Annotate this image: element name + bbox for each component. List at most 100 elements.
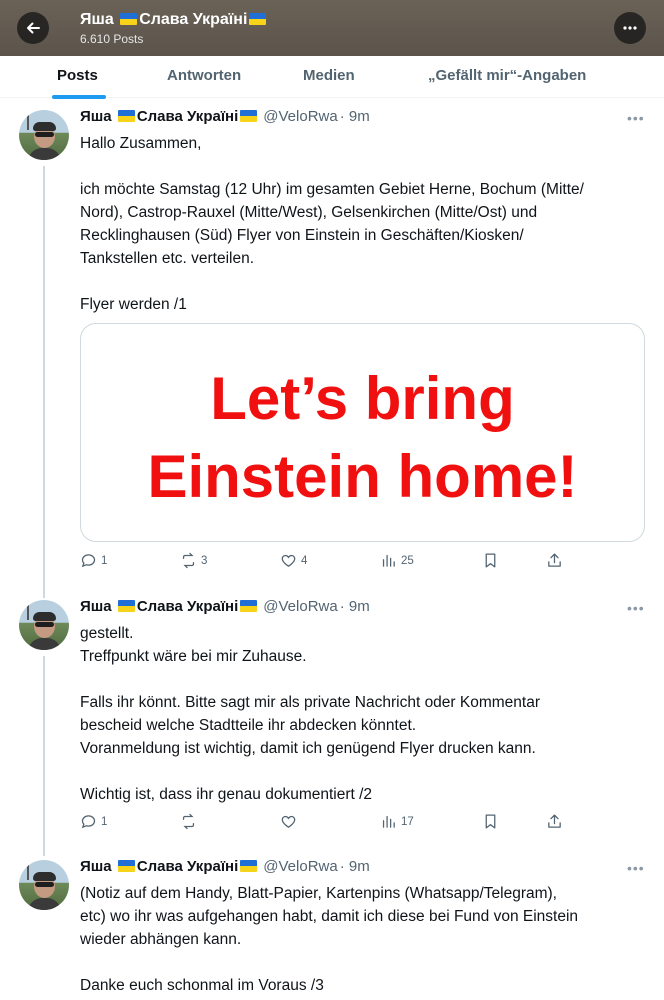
like-count: 4 (301, 554, 308, 567)
share-button[interactable] (546, 813, 563, 830)
ukraine-flag-icon (120, 13, 138, 25)
post-time: · 9m (339, 858, 370, 875)
ukraine-flag-icon (117, 110, 135, 122)
repost-count: 3 (201, 554, 208, 567)
heart-icon (281, 554, 296, 567)
post-header: Яша Слава Україні @VeloRwa · 9m (80, 108, 370, 125)
reply-button[interactable]: 1 (80, 552, 107, 569)
avatar[interactable] (19, 600, 69, 650)
author-name-prefix: Яша (80, 108, 112, 125)
profile-tabs: Posts Antworten Medien „Gefällt mir“-Ang… (0, 56, 664, 98)
post-time: · 9m (339, 108, 370, 125)
views-icon (382, 815, 395, 828)
post-line: Flyer werden /1 (80, 296, 187, 313)
author-name[interactable]: Яша Слава Україні (80, 598, 259, 615)
thread-connector (43, 166, 45, 598)
author-name-suffix: Слава Україні (136, 598, 239, 615)
post-actions: 1 3 4 25 (80, 552, 645, 572)
post-line: Nord), Castrop-Rauxel (Mitte/West), Gels… (80, 204, 538, 221)
views-icon (382, 554, 395, 567)
share-icon (548, 814, 561, 828)
post-line: Recklinghausen (Süd) Flyer von Einstein … (80, 227, 524, 244)
views-button[interactable]: 17 (380, 813, 414, 830)
reply-button[interactable]: 1 (80, 813, 107, 830)
author-name-suffix: Слава Україні (136, 108, 239, 125)
post-header: Яша Слава Україні @VeloRwa · 9m (80, 598, 370, 615)
media-text-line: Let’s bring (210, 365, 515, 432)
like-button[interactable] (280, 813, 301, 830)
reply-icon (81, 554, 96, 568)
post-media-image[interactable]: Let’s bring Einstein home! (80, 323, 645, 542)
author-name-suffix: Слава Україні (136, 858, 239, 875)
author-handle[interactable]: @VeloRwa (263, 858, 337, 875)
author-handle[interactable]: @VeloRwa (263, 598, 337, 615)
ukraine-flag-icon (240, 110, 258, 122)
post-line (80, 155, 650, 178)
post-line: wieder abhängen kann. (80, 931, 242, 948)
post-line: Voranmeldung ist wichtig, damit ich genü… (80, 740, 536, 757)
post-line: Falls ihr könnt. Bitte sagt mir als priv… (80, 694, 541, 711)
ukraine-flag-icon (240, 860, 258, 872)
arrow-left-icon (27, 22, 40, 34)
tab-replies[interactable]: Antworten (167, 67, 241, 84)
ukraine-flag-icon (117, 860, 135, 872)
post-line (80, 760, 650, 783)
more-options-button[interactable] (614, 12, 646, 44)
more-options-icon[interactable]: ••• (627, 860, 645, 876)
more-options-icon[interactable]: ••• (627, 600, 645, 616)
post-line (80, 668, 650, 691)
posts-count: 6.610 Posts (80, 32, 144, 46)
post-time: · 9m (339, 598, 370, 615)
post-line: etc) wo ihr was aufgehangen habt, damit … (80, 908, 579, 925)
ukraine-flag-icon (249, 13, 267, 25)
profile-header: Яша Слава Україні 6.610 Posts (0, 0, 664, 56)
post-line: Danke euch schonmal im Voraus /3 (80, 977, 324, 994)
views-button[interactable]: 25 (380, 552, 414, 569)
post-line (80, 270, 650, 293)
post-text: gestellt. Treffpunkt wäre bei mir Zuhaus… (80, 622, 650, 806)
active-tab-indicator (52, 95, 106, 99)
heart-icon (281, 815, 296, 828)
reply-count: 1 (101, 554, 108, 567)
reply-count: 1 (101, 815, 108, 828)
views-count: 25 (401, 554, 414, 567)
post-line: Hallo Zusammen, (80, 135, 202, 152)
repost-button[interactable] (180, 813, 201, 830)
ukraine-flag-icon (240, 600, 258, 612)
post-line: ich möchte Samstag (12 Uhr) im gesamten … (80, 181, 584, 198)
views-count: 17 (401, 815, 414, 828)
bookmark-icon (485, 553, 496, 568)
tab-posts[interactable]: Posts (57, 67, 98, 84)
author-handle[interactable]: @VeloRwa (263, 108, 337, 125)
author-name[interactable]: Яша Слава Україні (80, 108, 259, 125)
repost-icon (182, 813, 195, 830)
bookmark-button[interactable] (482, 552, 499, 569)
author-name-prefix: Яша (80, 598, 112, 615)
post-line: bescheid welche Stadtteile ihr abdecken … (80, 717, 417, 734)
profile-name: Яша Слава Україні (80, 11, 268, 29)
tab-media[interactable]: Medien (303, 67, 355, 84)
post-text: (Notiz auf dem Handy, Blatt-Papier, Kart… (80, 882, 650, 997)
share-button[interactable] (546, 552, 563, 569)
ukraine-flag-icon (117, 600, 135, 612)
repost-button[interactable]: 3 (180, 552, 207, 569)
author-name[interactable]: Яша Слава Україні (80, 858, 259, 875)
post-line: gestellt. (80, 625, 134, 642)
repost-icon (182, 552, 195, 569)
avatar[interactable] (19, 110, 69, 160)
post-text: Hallo Zusammen, ich möchte Samstag (12 U… (80, 132, 650, 316)
more-options-icon[interactable]: ••• (627, 110, 645, 126)
bookmark-icon (485, 814, 496, 829)
media-text-line: Einstein home! (147, 443, 578, 510)
post-line: (Notiz auf dem Handy, Blatt-Papier, Kart… (80, 885, 557, 902)
like-button[interactable]: 4 (280, 552, 307, 569)
profile-name-suffix: Слава Україні (139, 11, 248, 28)
back-button[interactable] (17, 12, 49, 44)
post-line: Wichtig ist, dass ihr genau dokumentiert… (80, 786, 373, 803)
profile-name-prefix: Яша (80, 11, 114, 28)
bookmark-button[interactable] (482, 813, 499, 830)
avatar[interactable] (19, 860, 69, 910)
tab-likes[interactable]: „Gefällt mir“-Angaben (428, 67, 586, 84)
post-line: Tankstellen etc. verteilen. (80, 250, 255, 267)
post-header: Яша Слава Україні @VeloRwa · 9m (80, 858, 370, 875)
